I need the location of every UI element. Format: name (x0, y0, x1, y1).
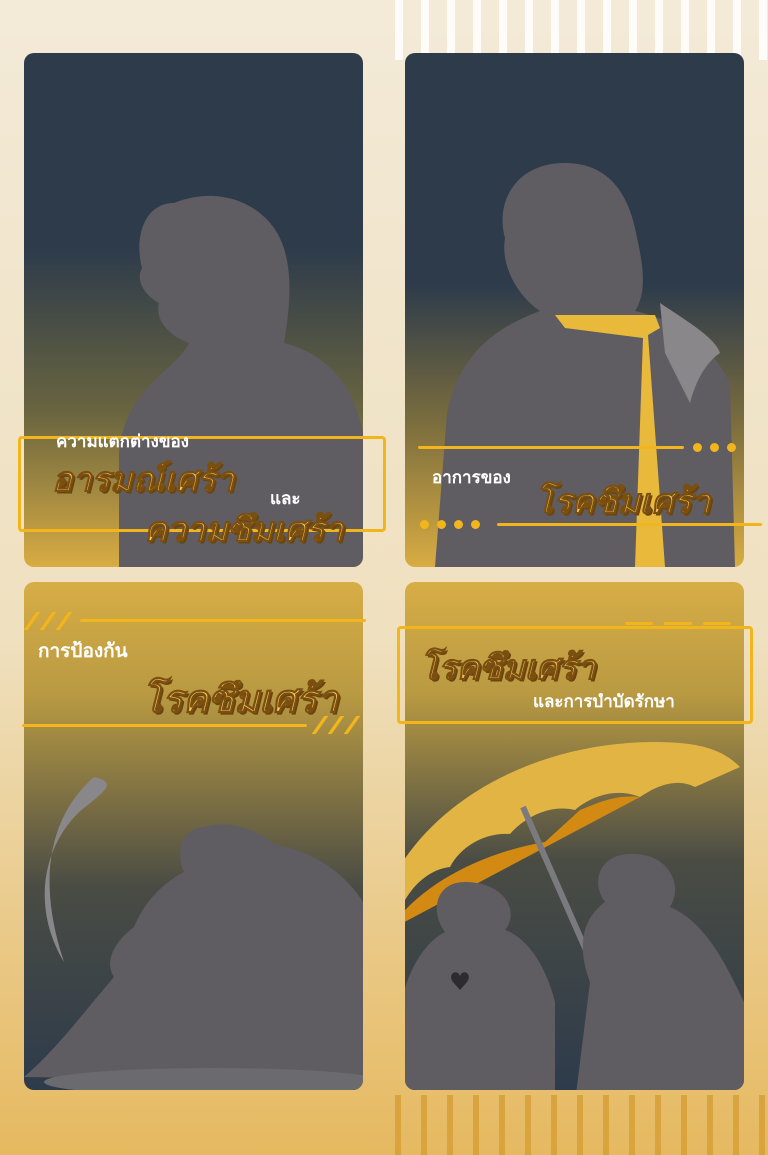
dot-decoration (471, 520, 480, 529)
decorative-stripes-top (395, 0, 768, 60)
p4-subtitle: และการบำบัดรักษา (533, 692, 675, 712)
divider-line (497, 523, 762, 526)
dash-decoration (664, 622, 692, 625)
p1-title-depression: ความซึมเศร้า (143, 510, 344, 551)
dot-decoration (454, 520, 463, 529)
p4-title: โรคซึมเศร้า (419, 648, 596, 689)
dot-decoration (727, 443, 736, 452)
decorative-stripes-bottom (395, 1095, 768, 1155)
divider-line (418, 446, 684, 449)
p2-subtitle: อาการของ (432, 468, 511, 488)
dot-decoration (437, 520, 446, 529)
p1-title-emotion: อารมณ์เศร้า (51, 460, 235, 501)
dash-decoration (625, 622, 653, 625)
divider-line (22, 724, 307, 727)
p3-subtitle: การป้องกัน (38, 640, 128, 662)
dot-decoration (693, 443, 702, 452)
p3-title: โรคซึมเศร้า (142, 677, 339, 722)
p2-title: โรคซึมเศร้า (534, 482, 711, 523)
dash-decoration (703, 622, 731, 625)
dot-decoration (710, 443, 719, 452)
dot-decoration (420, 520, 429, 529)
p1-subtitle: ความแตกต่างของ (56, 432, 189, 452)
divider-line (80, 619, 366, 622)
